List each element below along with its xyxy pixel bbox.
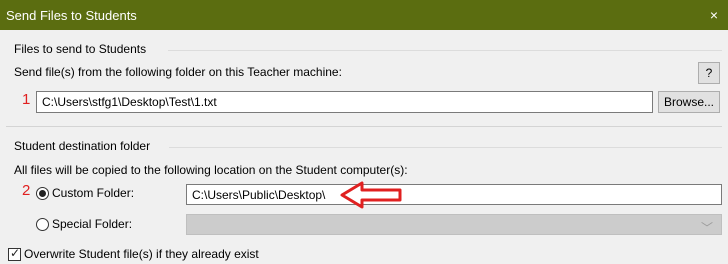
- left-arrow-outline-icon: [340, 181, 402, 209]
- destination-group-title: Student destination folder: [14, 139, 151, 153]
- files-description: Send file(s) from the following folder o…: [14, 65, 342, 79]
- section-separator: [6, 126, 722, 127]
- annotation-marker-2: 2: [22, 182, 31, 199]
- help-button[interactable]: ?: [698, 62, 720, 84]
- custom-folder-radio[interactable]: [36, 187, 49, 200]
- custom-folder-label[interactable]: Custom Folder:: [52, 186, 134, 200]
- overwrite-label[interactable]: Overwrite Student file(s) if they alread…: [24, 247, 259, 261]
- window-title: Send Files to Students: [6, 8, 137, 23]
- browse-button[interactable]: Browse...: [658, 91, 720, 113]
- title-bar: Send Files to Students ×: [0, 0, 728, 30]
- special-folder-radio[interactable]: [36, 218, 49, 231]
- destination-group-divider: [169, 147, 722, 148]
- destination-description: All files will be copied to the followin…: [14, 163, 408, 177]
- source-path-field[interactable]: C:\Users\stfg1\Desktop\Test\1.txt: [36, 91, 653, 113]
- files-group-divider: [168, 50, 722, 51]
- overwrite-checkbox[interactable]: ✓: [8, 246, 21, 261]
- checkmark-icon: ✓: [10, 246, 21, 260]
- special-folder-label[interactable]: Special Folder:: [52, 217, 132, 231]
- files-group-title: Files to send to Students: [14, 42, 147, 56]
- special-folder-dropdown[interactable]: ﹀: [186, 214, 722, 235]
- close-icon[interactable]: ×: [710, 7, 718, 23]
- custom-folder-field[interactable]: C:\Users\Public\Desktop\: [186, 184, 722, 205]
- chevron-down-icon: ﹀: [700, 221, 713, 235]
- dialog-body: Files to send to Students Send file(s) f…: [0, 30, 728, 264]
- annotation-marker-1: 1: [22, 91, 31, 108]
